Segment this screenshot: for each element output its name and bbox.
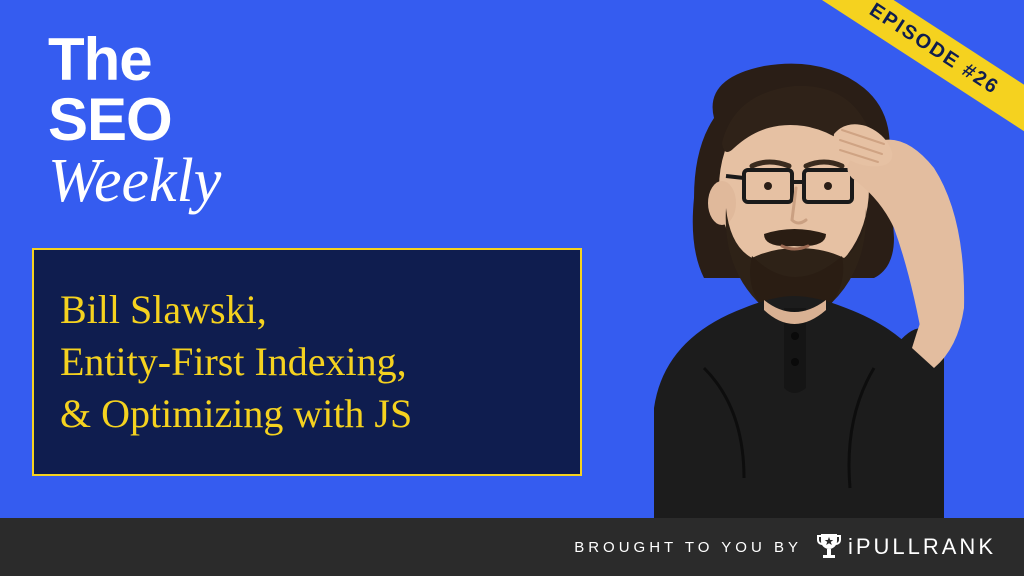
trophy-icon — [816, 532, 842, 562]
person-illustration — [594, 48, 974, 518]
show-title-line2: SEO — [48, 90, 221, 150]
show-title-line3: Weekly — [48, 150, 221, 212]
brand-name: iPULLRANK — [848, 534, 996, 560]
topic-text: Bill Slawski, Entity-First Indexing, & O… — [60, 284, 412, 440]
episode-thumbnail: The SEO Weekly EPISODE #26 — [0, 0, 1024, 576]
topic-box: Bill Slawski, Entity-First Indexing, & O… — [32, 248, 582, 476]
brand: iPULLRANK — [816, 532, 996, 562]
show-title-line1: The — [48, 30, 221, 90]
footer-bar: BROUGHT TO YOU BY iPULLRANK — [0, 518, 1024, 576]
host-portrait — [594, 48, 974, 518]
footer-prefix: BROUGHT TO YOU BY — [574, 539, 802, 556]
show-title: The SEO Weekly — [48, 30, 221, 212]
